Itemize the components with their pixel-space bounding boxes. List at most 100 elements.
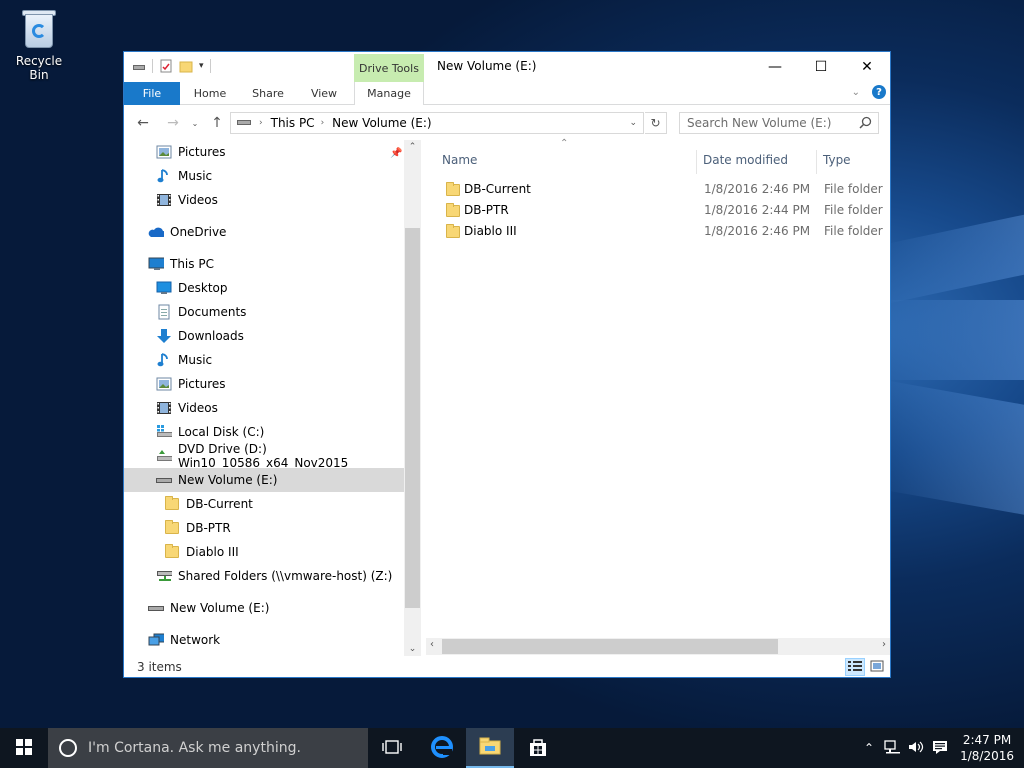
file-list[interactable]: ⌃ Name Date modified Type DB-Current 1/8/… bbox=[426, 138, 892, 644]
breadcrumb-chevron-icon[interactable]: › bbox=[259, 118, 263, 128]
minimize-button[interactable]: — bbox=[752, 52, 798, 82]
expand-ribbon-icon[interactable]: ⌄ bbox=[852, 87, 860, 98]
scroll-left-icon[interactable]: ‹ bbox=[430, 639, 434, 650]
nav-item-label: Shared Folders (\\vmware-host) (Z:) bbox=[178, 569, 393, 583]
column-header-type[interactable]: Type bbox=[823, 148, 851, 172]
pin-icon[interactable]: 📌 bbox=[390, 148, 402, 159]
edge-taskbar-button[interactable] bbox=[418, 728, 466, 768]
close-button[interactable]: ✕ bbox=[844, 52, 890, 82]
recycle-bin-icon bbox=[19, 8, 59, 50]
maximize-button[interactable]: ☐ bbox=[798, 52, 844, 82]
customize-qat-icon[interactable]: ▾ bbox=[199, 61, 204, 71]
nav-item[interactable]: Local Disk (C:) bbox=[124, 420, 404, 444]
nav-item[interactable]: Pictures bbox=[124, 140, 404, 164]
nav-item[interactable]: New Volume (E:) bbox=[124, 596, 404, 620]
nav-item[interactable]: OneDrive bbox=[124, 220, 404, 244]
navigation-pane[interactable]: Pictures Music Videos OneDrive This PC Deskto… bbox=[124, 140, 420, 656]
drive-icon bbox=[237, 116, 251, 130]
wallpaper-ray bbox=[880, 379, 1024, 515]
nav-item[interactable]: Music bbox=[124, 164, 404, 188]
file-explorer-taskbar-button[interactable] bbox=[466, 728, 514, 768]
address-dropdown-icon[interactable]: ⌄ bbox=[629, 118, 637, 128]
recent-locations-button[interactable]: ⌄ bbox=[186, 114, 204, 132]
breadcrumb-this-pc[interactable]: This PC bbox=[271, 116, 315, 130]
help-icon[interactable]: ? bbox=[872, 85, 886, 99]
nav-item[interactable]: Diablo III bbox=[124, 540, 404, 564]
refresh-button[interactable]: ↻ bbox=[645, 112, 667, 134]
back-button[interactable]: ← bbox=[134, 114, 152, 132]
store-taskbar-button[interactable] bbox=[514, 728, 562, 768]
details-view-button[interactable] bbox=[845, 658, 865, 676]
nav-item-label: DB-Current bbox=[186, 497, 253, 511]
task-view-button[interactable] bbox=[368, 728, 416, 768]
nav-item-label: Music bbox=[178, 169, 213, 183]
cortana-search-box[interactable]: I'm Cortana. Ask me anything. bbox=[48, 728, 368, 768]
volume-icon[interactable] bbox=[908, 740, 924, 757]
scroll-right-icon[interactable]: › bbox=[882, 639, 886, 650]
scroll-up-icon[interactable]: ⌃ bbox=[404, 142, 421, 152]
dvd-drive-icon bbox=[156, 448, 172, 464]
network-icon bbox=[148, 632, 164, 648]
column-divider[interactable] bbox=[696, 150, 697, 174]
breadcrumb-chevron-icon[interactable]: › bbox=[321, 118, 325, 128]
network-icon[interactable] bbox=[884, 739, 901, 757]
table-row[interactable]: Diablo III 1/8/2016 2:46 PM File folder bbox=[442, 221, 892, 242]
breadcrumb-new-volume[interactable]: New Volume (E:) bbox=[332, 116, 431, 130]
taskbar-clock[interactable]: 2:47 PM 1/8/2016 bbox=[960, 732, 1014, 764]
tab-home[interactable]: Home bbox=[182, 82, 238, 105]
column-header-date[interactable]: Date modified bbox=[703, 148, 788, 172]
forward-button[interactable]: → bbox=[164, 114, 182, 132]
tab-file[interactable]: File bbox=[124, 82, 180, 105]
cortana-placeholder: I'm Cortana. Ask me anything. bbox=[88, 740, 301, 756]
properties-icon[interactable] bbox=[159, 59, 173, 73]
refresh-icon: ↻ bbox=[650, 116, 661, 130]
new-folder-icon[interactable] bbox=[179, 59, 193, 73]
nav-item[interactable]: Desktop bbox=[124, 276, 404, 300]
table-row[interactable]: DB-Current 1/8/2016 2:46 PM File folder bbox=[442, 179, 892, 200]
scrollbar-thumb[interactable] bbox=[442, 639, 778, 654]
nav-pane-scrollbar[interactable]: ⌃ ⌄ bbox=[404, 140, 421, 656]
nav-item[interactable]: New Volume (E:) bbox=[124, 468, 404, 492]
nav-item[interactable]: Videos bbox=[124, 188, 404, 212]
nav-item[interactable]: Shared Folders (\\vmware-host) (Z:) bbox=[124, 564, 404, 588]
show-hidden-icons-icon[interactable]: ⌃ bbox=[864, 741, 874, 755]
desktop-recycle-bin[interactable]: Recycle Bin bbox=[6, 8, 72, 82]
nav-item[interactable]: This PC bbox=[124, 252, 404, 276]
nav-item[interactable]: Videos bbox=[124, 396, 404, 420]
search-input[interactable]: Search New Volume (E:) bbox=[679, 112, 879, 134]
start-button[interactable] bbox=[0, 728, 48, 768]
tab-manage[interactable]: Manage bbox=[354, 82, 424, 105]
nav-item[interactable]: DB-Current bbox=[124, 492, 404, 516]
tab-share[interactable]: Share bbox=[240, 82, 296, 105]
address-bar[interactable]: › This PC › New Volume (E:) ⌄ bbox=[230, 112, 644, 134]
tab-view[interactable]: View bbox=[296, 82, 352, 105]
column-divider[interactable] bbox=[816, 150, 817, 174]
edge-icon bbox=[431, 735, 453, 761]
scrollbar-thumb[interactable] bbox=[405, 228, 420, 608]
large-icons-view-button[interactable] bbox=[867, 658, 887, 676]
nav-item-label: Downloads bbox=[178, 329, 244, 343]
quick-access-toolbar: ▾ bbox=[132, 59, 211, 73]
folder-icon bbox=[164, 496, 180, 512]
store-icon bbox=[528, 737, 548, 760]
column-header-name[interactable]: Name bbox=[442, 148, 477, 172]
nav-item[interactable]: Documents bbox=[124, 300, 404, 324]
notifications-icon[interactable] bbox=[932, 740, 948, 757]
forward-arrow-icon: → bbox=[167, 115, 179, 131]
nav-item[interactable]: Downloads bbox=[124, 324, 404, 348]
table-row[interactable]: DB-PTR 1/8/2016 2:44 PM File folder bbox=[442, 200, 892, 221]
folder-icon bbox=[164, 520, 180, 536]
up-button[interactable]: ↑ bbox=[208, 114, 226, 132]
nav-item[interactable]: DB-PTR bbox=[124, 516, 404, 540]
nav-item-label: Diablo III bbox=[186, 545, 239, 559]
scroll-down-icon[interactable]: ⌄ bbox=[404, 644, 421, 654]
nav-item[interactable]: Network bbox=[124, 628, 404, 652]
title-bar[interactable]: ▾ Drive Tools New Volume (E:) — ☐ ✕ bbox=[124, 52, 890, 82]
nav-item[interactable]: Pictures bbox=[124, 372, 404, 396]
file-type: File folder bbox=[824, 224, 883, 238]
taskbar: I'm Cortana. Ask me anything. ⌃ 2:47 PM … bbox=[0, 728, 1024, 768]
nav-item[interactable]: DVD Drive (D:) Win10_10586_x64_Nov2015 bbox=[124, 442, 404, 470]
nav-item[interactable]: Music bbox=[124, 348, 404, 372]
horizontal-scrollbar[interactable]: ‹ › bbox=[426, 638, 890, 655]
local-disk-icon bbox=[156, 424, 172, 440]
